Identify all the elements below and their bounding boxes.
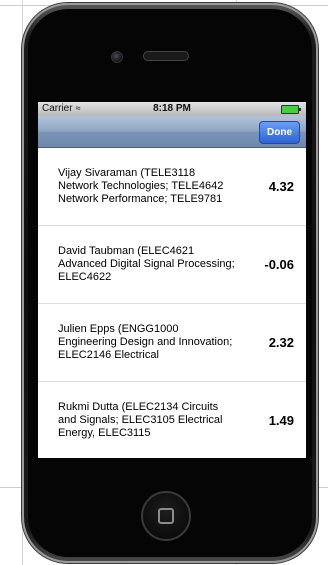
lecturer-description: David Taubman (ELEC4621 Advanced Digital… [58,245,235,283]
battery-icon [281,105,301,114]
home-button-icon [158,508,174,524]
lecturer-score: 4.32 [268,179,294,194]
lecturer-description: Vijay Sivaraman (TELE3118 Network Techno… [58,167,224,205]
speaker-icon [143,51,189,61]
done-button[interactable]: Done [259,121,300,144]
home-button[interactable] [141,491,191,541]
list-item[interactable]: Rukmi Dutta (ELEC2134 Circuits and Signa… [38,382,306,458]
phone-screen: Carrier ≈ 8:18 PM Done Vijay Sivaraman (T… [38,102,306,458]
navigation-bar: Done [38,116,306,148]
status-time: 8:18 PM [153,103,191,114]
status-bar: Carrier ≈ 8:18 PM [38,102,306,116]
lecturer-description: Julien Epps (ENGG1000 Engineering Design… [58,323,233,361]
list-item[interactable]: Vijay Sivaraman (TELE3118 Network Techno… [38,148,306,226]
lecturer-score: -0.06 [264,257,294,272]
lecturer-score: 2.32 [268,335,294,350]
lecturer-score: 1.49 [268,413,294,428]
lecturer-description: Rukmi Dutta (ELEC2134 Circuits and Signa… [58,401,223,439]
lecturer-list: Vijay Sivaraman (TELE3118 Network Techno… [38,148,306,458]
list-item[interactable]: Julien Epps (ENGG1000 Engineering Design… [38,304,306,382]
camera-icon [111,51,123,63]
list-item[interactable]: David Taubman (ELEC4621 Advanced Digital… [38,226,306,304]
